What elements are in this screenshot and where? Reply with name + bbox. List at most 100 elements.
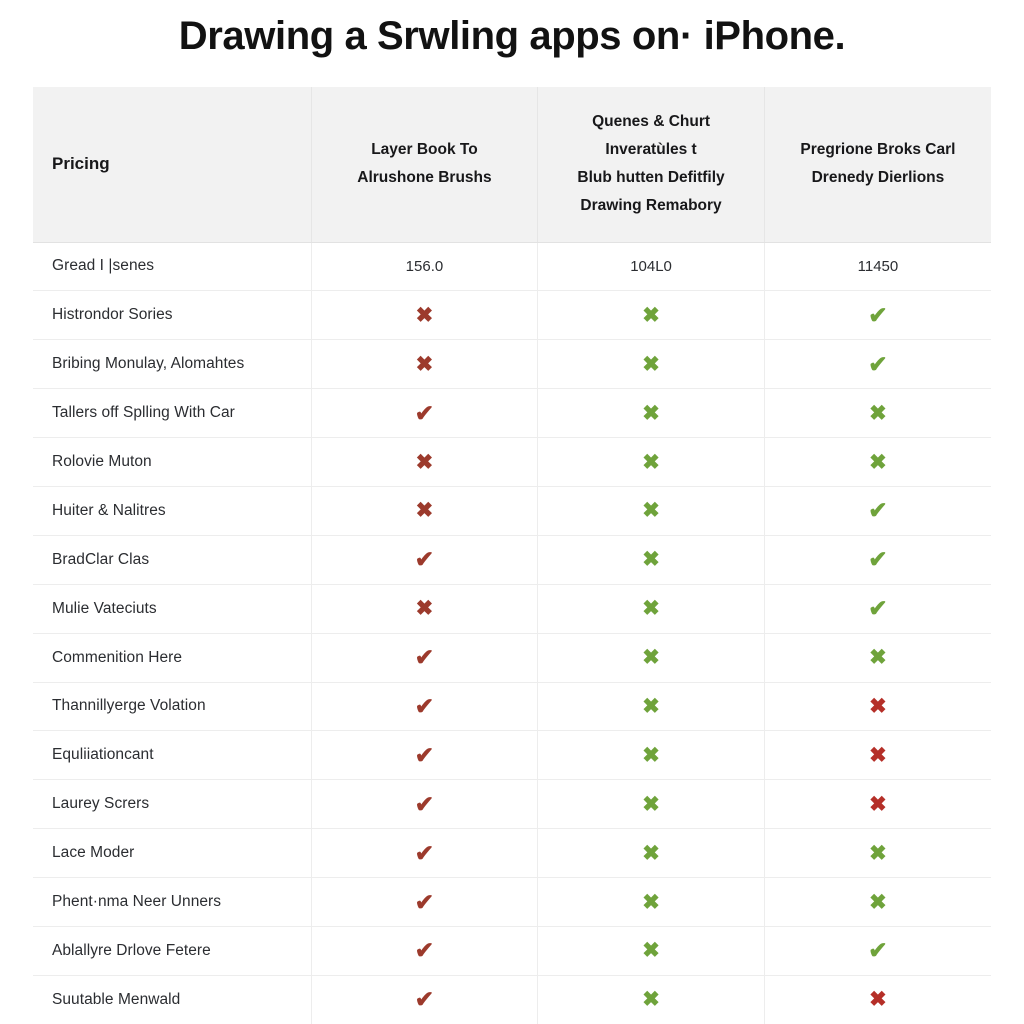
cross-icon: ✖ xyxy=(311,339,539,390)
cross-icon: ✖ xyxy=(764,828,991,879)
check-icon: ✔ xyxy=(311,926,539,976)
feature-label: Huiter & Nalitres xyxy=(33,486,312,536)
cross-icon: ✖ xyxy=(311,486,539,536)
check-glyph: ✔ xyxy=(868,595,888,622)
cross-icon: ✖ xyxy=(537,290,765,341)
check-glyph: ✔ xyxy=(414,399,435,426)
table-row: Thannillyerge Volation ✔ ✖ ✖ xyxy=(33,682,991,732)
cross-icon: ✖ xyxy=(537,339,765,390)
check-icon: ✔ xyxy=(311,828,539,879)
cross-glyph: ✖ xyxy=(642,303,660,327)
cross-icon: ✖ xyxy=(537,877,765,927)
cross-icon: ✖ xyxy=(764,975,991,1024)
table-row: Huiter & Nalitres ✖ ✖ ✔ xyxy=(33,486,991,536)
check-glyph: ✔ xyxy=(414,937,435,964)
feature-label: Gread I |senes xyxy=(33,242,312,292)
table-row: Rolovie Muton ✖ ✖ ✖ xyxy=(33,437,991,487)
check-glyph: ✔ xyxy=(414,888,435,915)
cross-glyph: ✖ xyxy=(869,988,887,1012)
check-glyph: ✔ xyxy=(414,692,435,719)
feature-label: Tallers off Splling With Car xyxy=(33,388,312,439)
table-row: Lace Moder ✔ ✖ ✖ xyxy=(33,828,991,879)
cross-glyph: ✖ xyxy=(415,303,434,327)
feature-label: Mulie Vateciuts xyxy=(33,584,312,634)
check-glyph: ✔ xyxy=(868,497,888,524)
check-icon: ✔ xyxy=(311,779,539,830)
cross-icon: ✖ xyxy=(764,730,991,781)
column-header-app-2: Quenes & Churt Inveratùles t Blub hutten D… xyxy=(537,87,765,243)
cross-glyph: ✖ xyxy=(642,792,660,816)
cross-glyph: ✖ xyxy=(642,988,660,1012)
table-row: Equliiationcant ✔ ✖ ✖ xyxy=(33,730,991,781)
check-icon: ✔ xyxy=(311,633,539,683)
cross-glyph: ✖ xyxy=(869,450,887,474)
cell-value: 104L0 xyxy=(537,242,765,292)
cross-glyph: ✖ xyxy=(415,499,434,523)
cross-glyph: ✖ xyxy=(869,841,887,865)
cross-icon: ✖ xyxy=(764,682,991,732)
comparison-table-container: Pricing Layer Book To Alrushone Brushs Qu… xyxy=(33,87,991,1024)
table-row: Bribing Monulay, Alomahtes ✖ ✖ ✔ xyxy=(33,339,991,390)
cross-glyph: ✖ xyxy=(642,352,660,376)
cross-glyph: ✖ xyxy=(869,890,887,914)
cross-glyph: ✖ xyxy=(642,401,660,425)
table-row: Suutable Menwald ✔ ✖ ✖ xyxy=(33,975,991,1024)
cell-value: 11450 xyxy=(764,242,991,292)
check-glyph: ✔ xyxy=(414,986,435,1013)
feature-label: Laurey Scrers xyxy=(33,779,312,830)
check-icon: ✔ xyxy=(311,975,539,1024)
comparison-page: Drawing a Srwling apps on· iPhone. Prici… xyxy=(0,0,1024,1024)
cross-glyph: ✖ xyxy=(642,450,660,474)
table-header-row: Pricing Layer Book To Alrushone Brushs Qu… xyxy=(33,87,991,243)
column-header-line: Alrushone Brushs xyxy=(357,169,492,187)
check-icon: ✔ xyxy=(764,339,991,390)
cross-icon: ✖ xyxy=(311,584,539,634)
check-glyph: ✔ xyxy=(414,644,435,671)
check-glyph: ✔ xyxy=(868,546,888,573)
cross-glyph: ✖ xyxy=(415,450,434,474)
cross-glyph: ✖ xyxy=(415,352,434,376)
cross-glyph: ✖ xyxy=(869,694,887,718)
comparison-table: Pricing Layer Book To Alrushone Brushs Qu… xyxy=(33,87,991,1024)
cross-icon: ✖ xyxy=(537,730,765,781)
cross-icon: ✖ xyxy=(537,584,765,634)
cross-glyph: ✖ xyxy=(642,743,660,767)
check-glyph: ✔ xyxy=(414,741,435,768)
check-icon: ✔ xyxy=(311,682,539,732)
column-header-line: Drenedy Dierlions xyxy=(811,169,945,187)
cross-glyph: ✖ xyxy=(642,499,660,523)
check-icon: ✔ xyxy=(311,535,539,585)
column-header-feature: Pricing xyxy=(33,87,312,243)
cell-value: 156.0 xyxy=(311,242,539,292)
check-glyph: ✔ xyxy=(414,790,435,817)
check-icon: ✔ xyxy=(311,877,539,927)
table-row: Histrondor Sories ✖ ✖ ✔ xyxy=(33,290,991,341)
cross-glyph: ✖ xyxy=(869,792,887,816)
column-header-line: Quenes & Churt xyxy=(592,113,711,131)
column-header-line: Blub hutten Defitfily xyxy=(577,169,725,187)
table-row: Tallers off Splling With Car ✔ ✖ ✖ xyxy=(33,388,991,439)
feature-label: Lace Moder xyxy=(33,828,312,879)
cross-glyph: ✖ xyxy=(642,939,660,963)
feature-label: Equliiationcant xyxy=(33,730,312,781)
cross-icon: ✖ xyxy=(311,290,539,341)
cross-icon: ✖ xyxy=(537,633,765,683)
cross-icon: ✖ xyxy=(537,926,765,976)
feature-label: Commenition Here xyxy=(33,633,312,683)
cross-icon: ✖ xyxy=(537,828,765,879)
table-row: Phent·nma Neer Unners ✔ ✖ ✖ xyxy=(33,877,991,927)
page-title: Drawing a Srwling apps on· iPhone. xyxy=(178,14,846,58)
check-icon: ✔ xyxy=(764,290,991,341)
table-row: BradClar Clas ✔ ✖ ✔ xyxy=(33,535,991,585)
cross-glyph: ✖ xyxy=(642,597,660,621)
cross-glyph: ✖ xyxy=(642,694,660,718)
column-header-app-3: Pregrione Broks Carl Drenedy Dierlions xyxy=(764,87,991,243)
column-header-app-1: Layer Book To Alrushone Brushs xyxy=(311,87,539,243)
table-row: Mulie Vateciuts ✖ ✖ ✔ xyxy=(33,584,991,634)
check-icon: ✔ xyxy=(311,730,539,781)
check-glyph: ✔ xyxy=(414,839,435,866)
check-icon: ✔ xyxy=(764,584,991,634)
cross-glyph: ✖ xyxy=(415,597,434,621)
feature-label: Phent·nma Neer Unners xyxy=(33,877,312,927)
cross-icon: ✖ xyxy=(537,535,765,585)
